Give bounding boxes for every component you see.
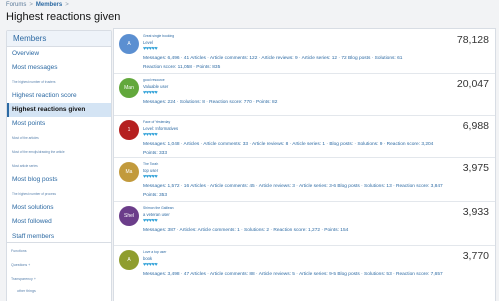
member-stats: Messages: 1,048 · Articles · Article com… — [143, 140, 488, 158]
member-name[interactable]: Shimon the Galilean — [143, 206, 174, 210]
sidebar2-item[interactable]: Functions — [11, 249, 27, 253]
sidebar-item[interactable]: Highest reactions given — [7, 103, 111, 117]
member-list: A Great single booking Level ♥♥♥♥♥ Messages:… — [113, 28, 496, 301]
sidebar2-item[interactable]: Questions + — [11, 263, 30, 267]
member-name[interactable]: Face of Yesterday — [143, 120, 170, 124]
badge-icons: ♥♥♥♥♥ — [143, 174, 158, 180]
secondary-sidebar: Functions Questions + Transparency + oth… — [6, 242, 112, 301]
sidebar-item[interactable]: Most of the articles — [7, 131, 111, 145]
member-stats: Messages: 224 · Solutions: 8 · Reaction … — [143, 98, 488, 107]
breadcrumb-separator: > — [65, 2, 69, 8]
member-row[interactable]: A Love a top user book ♥♥♥♥♥ Messages: 3,498… — [114, 245, 495, 301]
member-name[interactable]: Great single booking — [143, 34, 174, 38]
member-row[interactable]: 1 Face of Yesterday Level: Informatives ♥♥♥… — [114, 115, 495, 158]
member-stats-line: Messages: 1,572 · 16 Articles · Article … — [143, 184, 443, 189]
avatar[interactable]: 1 — [119, 120, 139, 140]
page-title: Highest reactions given — [6, 11, 121, 23]
breadcrumb: Forums > Members > — [6, 2, 72, 8]
breadcrumb-separator: > — [29, 2, 33, 8]
badge-icons: ♥♥♥♥♥ — [143, 46, 158, 52]
sidebar-nav: Overview Most messages The highest number … — [7, 47, 111, 244]
badge-icons: ♥♥♥♥♥ — [143, 262, 158, 268]
reaction-count: 3,933 — [462, 206, 489, 218]
sidebar-heading: Members — [7, 31, 111, 47]
sidebar2-item[interactable]: Transparency + — [11, 277, 36, 281]
member-title: book — [143, 256, 153, 261]
reaction-count: 20,047 — [456, 78, 489, 90]
member-name[interactable]: Love a top user — [143, 250, 166, 254]
avatar[interactable]: Shel — [119, 206, 139, 226]
sidebar-item[interactable]: Most followed — [7, 215, 111, 229]
sidebar-item[interactable]: Most points — [7, 117, 111, 131]
reaction-count: 6,988 — [462, 120, 489, 132]
member-row[interactable]: A Great single booking Level ♥♥♥♥♥ Messages:… — [114, 29, 495, 74]
sidebar-item[interactable]: Overview — [7, 47, 111, 61]
breadcrumb-members[interactable]: Members — [36, 2, 62, 8]
member-name[interactable]: good resource — [143, 78, 165, 82]
member-stats-line: Messages: 3,498 · 47 Articles · Article … — [143, 272, 443, 277]
member-stats: Messages: 6,496 · 41 Articles · Article … — [143, 54, 488, 72]
member-row[interactable]: Ma The Torah top user ♥♥♥♥♥ Messages: 1,572 … — [114, 157, 495, 202]
member-stats-line2: Reaction score: 11,058 · Points: 835 — [143, 65, 221, 70]
member-stats-line: Messages: 6,496 · 41 Articles · Article … — [143, 56, 403, 61]
sidebar-item[interactable]: Most article series — [7, 159, 111, 173]
breadcrumb-forums[interactable]: Forums — [6, 2, 26, 8]
member-stats-line: Messages: 224 · Solutions: 8 · Reaction … — [143, 100, 278, 105]
members-sidebar: Members Overview Most messages The highest… — [6, 30, 112, 245]
member-name[interactable]: The Torah — [143, 162, 158, 166]
member-stats-line: Messages: 1,048 · Articles · Article com… — [143, 142, 434, 147]
sidebar2-item[interactable]: other things — [17, 289, 36, 293]
member-stats: Messages: 1,572 · 16 Articles · Article … — [143, 182, 488, 200]
member-stats: Messages: 3,498 · 47 Articles · Article … — [143, 270, 488, 279]
badge-icons: ♥♥♥♥♥ — [143, 132, 158, 138]
sidebar-item[interactable]: Most messages — [7, 61, 111, 75]
member-title: Level — [143, 40, 154, 45]
member-title: a veteran user — [143, 212, 170, 217]
sidebar-item[interactable]: Most solutions — [7, 201, 111, 215]
sidebar-item[interactable]: The highest number of trusters — [7, 75, 111, 89]
sidebar-item[interactable]: Highest reaction score — [7, 89, 111, 103]
reaction-count: 3,975 — [462, 162, 489, 174]
badge-icons: ♥♥♥♥♥ — [143, 90, 158, 96]
reaction-count: 78,128 — [456, 34, 489, 46]
reaction-count: 3,770 — [462, 250, 489, 262]
member-title: Valuable user — [143, 84, 169, 89]
sidebar-item[interactable]: The highest number of process — [7, 187, 111, 201]
badge-icons: ♥♥♥♥♥ — [143, 218, 158, 224]
avatar[interactable]: A — [119, 250, 139, 270]
avatar[interactable]: Man — [119, 78, 139, 98]
avatar[interactable]: Ma — [119, 162, 139, 182]
member-stats-line: Messages: 387 · Articles: Article commen… — [143, 228, 349, 233]
member-row[interactable]: Man good resource Valuable user ♥♥♥♥♥ Messag… — [114, 73, 495, 116]
member-row[interactable]: Shel Shimon the Galilean a veteran user ♥♥♥… — [114, 201, 495, 246]
member-title: Level: Informatives — [143, 126, 179, 131]
sidebar-item[interactable]: Most blog posts — [7, 173, 111, 187]
member-title: top user — [143, 168, 159, 173]
member-stats-line2: Points: 353 — [143, 193, 168, 198]
avatar[interactable]: A — [119, 34, 139, 54]
member-stats: Messages: 387 · Articles: Article commen… — [143, 226, 488, 235]
sidebar-item[interactable]: Most of the emojis/drawing the article — [7, 145, 111, 159]
